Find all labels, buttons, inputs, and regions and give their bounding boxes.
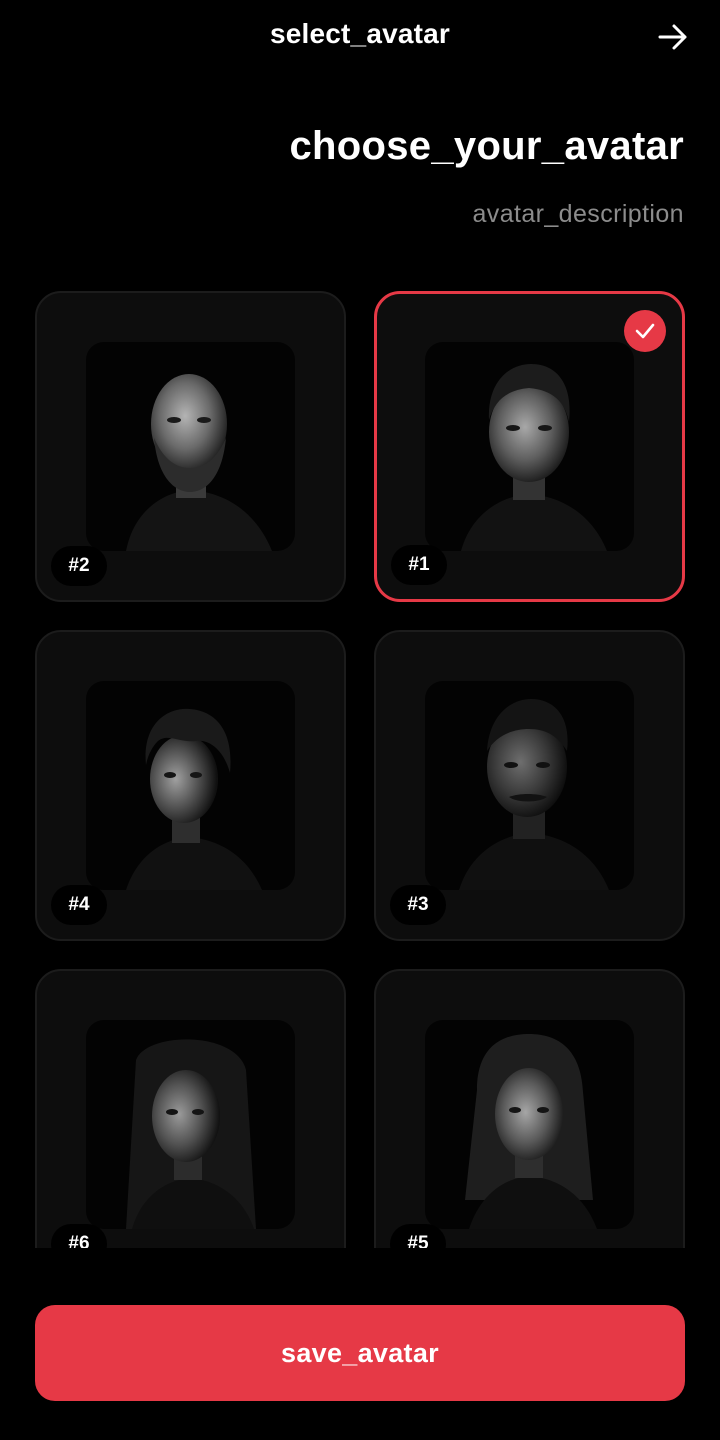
avatar-portrait [86,342,295,551]
avatar-card[interactable]: #3 [374,630,685,941]
avatar-number-badge: #5 [390,1224,446,1248]
avatar-portrait [425,342,634,551]
avatar-portrait [86,1020,295,1229]
selected-check [624,310,666,352]
avatar-number-badge: #3 [390,885,446,925]
avatar-number-badge: #6 [51,1224,107,1248]
avatar-number-badge: #1 [391,545,447,585]
check-icon [635,323,655,339]
avatar-card-selected[interactable]: #1 [374,291,685,602]
avatar-number-badge: #4 [51,885,107,925]
avatar-number-badge: #2 [51,546,107,586]
section-heading: choose_your_avatar [289,124,684,168]
avatar-grid: #2 #1 #4 #3 #6 #5 [35,291,685,1248]
avatar-portrait [425,1020,634,1229]
arrow-right-icon [658,24,687,50]
save-avatar-button[interactable]: save_avatar [35,1305,685,1401]
avatar-card[interactable]: #2 [35,291,346,602]
avatar-card[interactable]: #4 [35,630,346,941]
forward-button[interactable] [656,20,690,54]
avatar-card[interactable]: #5 [374,969,685,1248]
section-description: avatar_description [472,200,684,228]
avatar-card[interactable]: #6 [35,969,346,1248]
page-title: select_avatar [269,18,451,49]
avatar-portrait [425,681,634,890]
avatar-grid-scroll[interactable]: #2 #1 #4 #3 #6 #5 [0,280,720,1248]
avatar-portrait [86,681,295,890]
top-bar: select_avatar [0,0,720,76]
